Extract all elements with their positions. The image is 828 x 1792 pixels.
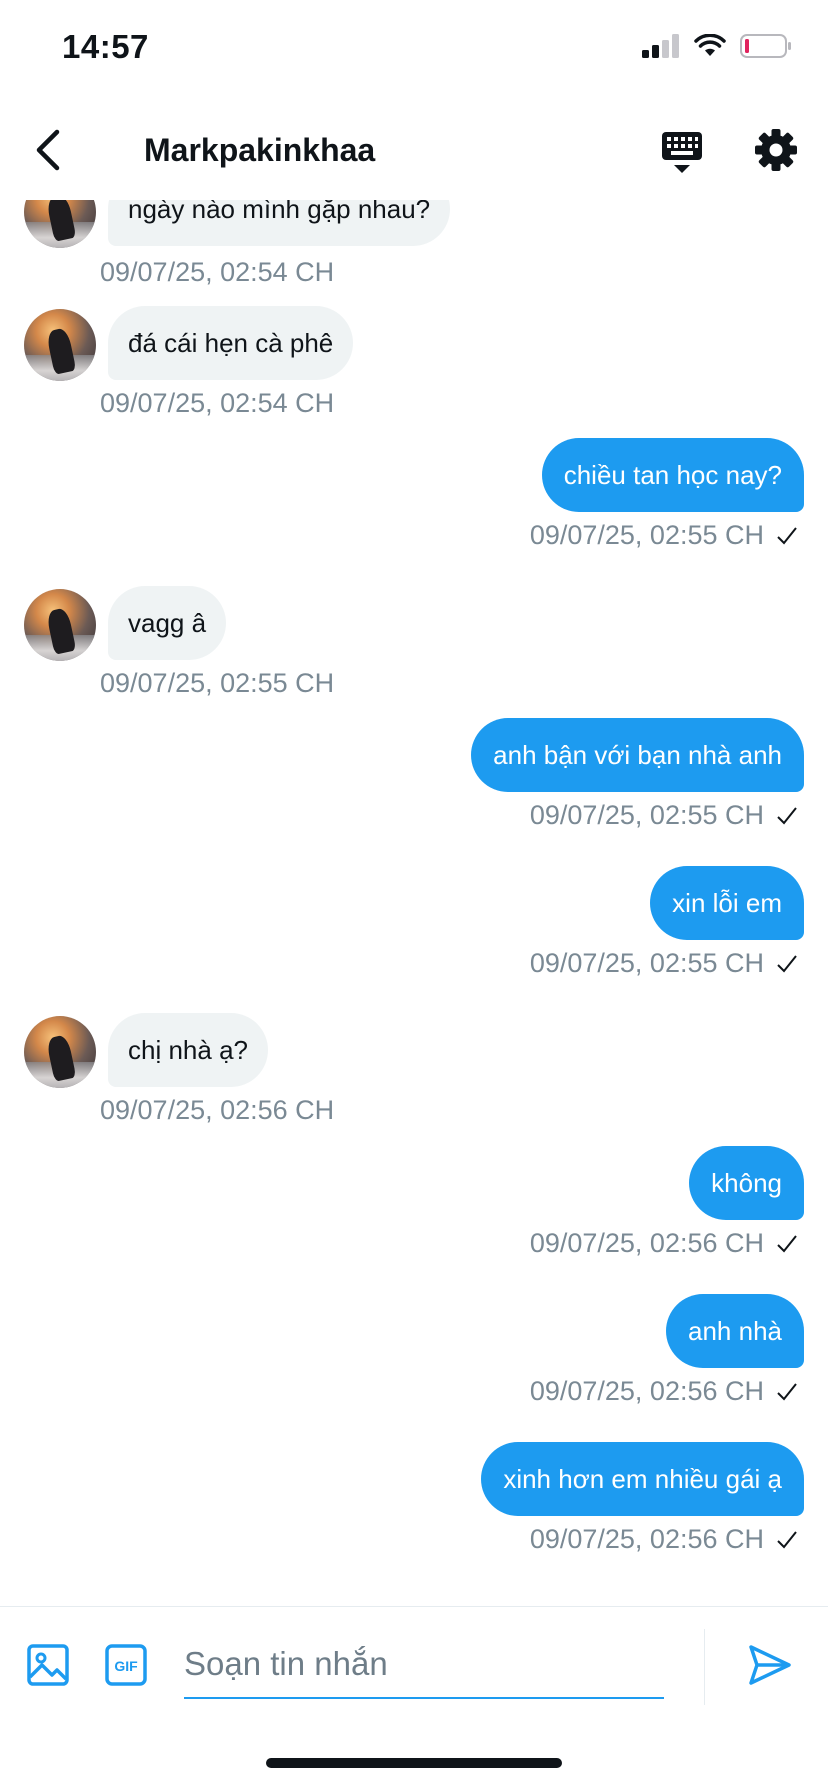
image-icon [27,1644,69,1686]
message-timestamp: 09/07/25, 02:55 CH [529,520,764,550]
settings-button[interactable] [754,128,802,176]
back-button[interactable] [24,126,72,174]
composer-divider [704,1629,705,1705]
message-timestamp: 09/07/25, 02:56 CH [529,1376,764,1406]
message-timestamp: 09/07/25, 02:56 CH [100,1095,335,1125]
attach-gif-button[interactable]: GIF [104,1643,148,1687]
status-bar: 14:57 [0,0,828,100]
home-indicator[interactable] [266,1758,562,1768]
avatar[interactable] [24,1016,96,1088]
conversation-title: Markpakinkhaa [144,132,376,168]
gif-icon: GIF [105,1644,147,1686]
message-timestamp: 09/07/25, 02:55 CH [529,948,764,978]
sent-check-icon [777,526,797,544]
message-timestamp: 09/07/25, 02:55 CH [100,668,335,698]
message-timestamp-row: 09/07/25, 02:55 CH [530,520,798,551]
chevron-left-icon [36,129,60,171]
message-bubble-incoming[interactable]: chị nhà ạ? [108,1013,268,1087]
message-timestamp-row: 09/07/25, 02:55 CH [530,948,798,979]
attach-image-button[interactable] [26,1643,70,1687]
wifi-icon [694,34,726,56]
sent-check-icon [777,1382,797,1400]
send-icon [749,1645,791,1685]
message-bubble-incoming[interactable]: ngày nào mình gặp nhau? [108,200,451,246]
battery-icon [740,34,791,58]
cellular-signal-icon [642,34,679,58]
message-bubble-incoming[interactable]: đá cái hẹn cà phê [108,306,354,380]
message-timestamp-row: 09/07/25, 02:56 CH [530,1524,798,1555]
message-timestamp: 09/07/25, 02:54 CH [100,388,335,418]
message-timestamp: 09/07/25, 02:55 CH [529,800,764,830]
conversation-header: Markpakinkhaa [0,100,828,200]
message-bubble-outgoing[interactable]: anh bận với bạn nhà anh [471,718,804,792]
message-bubble-outgoing[interactable]: xinh hơn em nhiều gái ạ [481,1442,804,1516]
message-bubble-incoming[interactable]: vagg â [108,586,227,660]
avatar[interactable] [24,200,96,248]
message-timestamp: 09/07/25, 02:54 CH [100,257,335,287]
sent-check-icon [777,1234,797,1252]
message-timestamp-row: 09/07/25, 02:55 CH [530,800,798,831]
keyboard-icon [662,132,702,173]
gear-icon [755,129,797,171]
message-timestamp: 09/07/25, 02:56 CH [529,1524,764,1554]
message-bubble-outgoing[interactable]: không [689,1146,804,1220]
sent-check-icon [777,954,797,972]
status-icons [642,34,792,58]
sent-check-icon [777,1530,797,1548]
message-list[interactable]: ngày nào mình gặp nhau? 09/07/25, 02:54 … [0,200,828,1602]
message-timestamp-row: 09/07/25, 02:56 CH [530,1228,798,1259]
keyboard-toggle-button[interactable] [660,130,708,178]
gif-label: GIF [114,1658,138,1674]
message-bubble-outgoing[interactable]: chiều tan học nay? [541,438,804,512]
message-timestamp-row: 09/07/25, 02:56 CH [530,1376,798,1407]
message-bubble-outgoing[interactable]: anh nhà [666,1294,804,1368]
avatar[interactable] [24,589,96,661]
avatar[interactable] [24,309,96,381]
status-time: 14:57 [62,28,149,65]
message-bubble-outgoing[interactable]: xin lỗi em [650,866,804,940]
message-input[interactable] [184,1631,664,1699]
message-timestamp: 09/07/25, 02:56 CH [529,1228,764,1258]
send-button[interactable] [748,1643,796,1691]
sent-check-icon [777,806,797,824]
message-composer: GIF [0,1606,828,1726]
